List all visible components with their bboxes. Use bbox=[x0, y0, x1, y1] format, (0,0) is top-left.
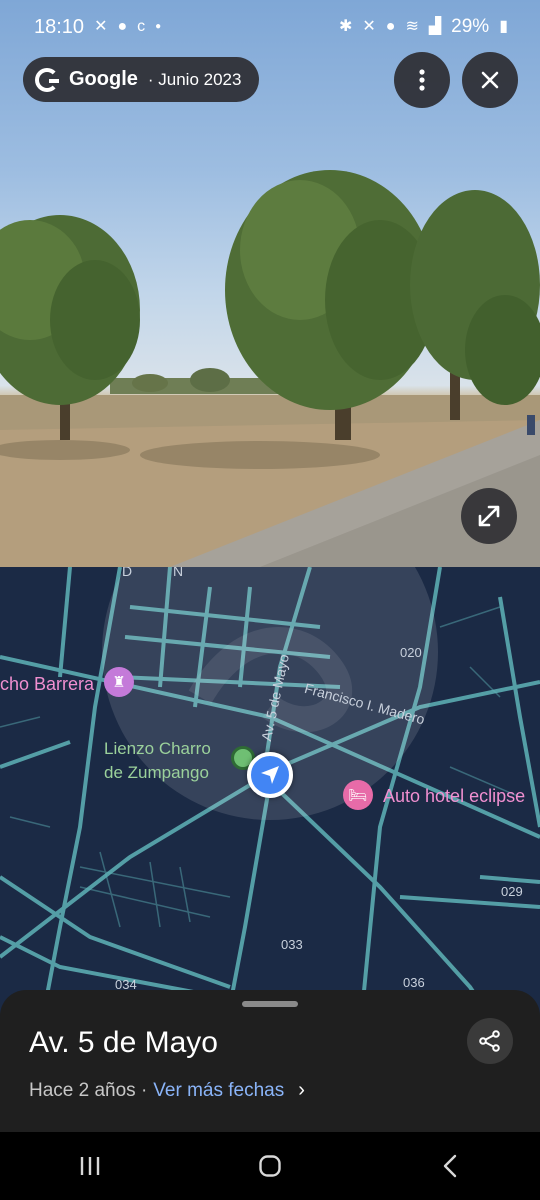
more-vert-icon bbox=[419, 69, 425, 91]
battery-level: 29% bbox=[451, 16, 490, 37]
home-button[interactable] bbox=[240, 1146, 300, 1186]
status-time: 18:10 bbox=[34, 15, 85, 38]
dot-icon: ● bbox=[155, 21, 162, 32]
fullscreen-icon bbox=[478, 505, 500, 527]
poi-landmark-icon[interactable]: ♜ bbox=[104, 667, 134, 697]
recents-button[interactable] bbox=[60, 1146, 120, 1186]
chevron-right-icon[interactable]: › bbox=[298, 1079, 305, 1102]
missed-call-icon: ✕ bbox=[94, 18, 108, 35]
place-label-lienzo-1[interactable]: Lienzo Charro bbox=[104, 738, 211, 760]
battery-icon: ▮ bbox=[499, 18, 508, 35]
pill-brand: Google bbox=[69, 68, 138, 90]
app-c-icon: c bbox=[137, 18, 146, 35]
recents-icon bbox=[80, 1157, 100, 1175]
block-number: 029 bbox=[501, 884, 523, 899]
map-view[interactable]: D N cho Barrera ♜ Lienzo Charro de Zumpa… bbox=[0, 567, 540, 1032]
location-icon: ● bbox=[385, 18, 396, 35]
place-title: Av. 5 de Mayo bbox=[29, 1026, 218, 1059]
block-number: 036 bbox=[403, 975, 425, 990]
home-icon bbox=[259, 1155, 281, 1177]
message-icon: ● bbox=[117, 18, 128, 35]
imagery-age: Hace 2 años · bbox=[29, 1079, 148, 1101]
street-label-top-n: N bbox=[173, 567, 184, 579]
status-bar: 18:10 ✕ ● c ● ✱ ✕ ● ≋ ▟ 29% ▮ bbox=[0, 0, 540, 54]
place-label-lienzo-2[interactable]: de Zumpango bbox=[104, 762, 209, 784]
bottom-sheet[interactable]: Av. 5 de Mayo Hace 2 años · Ver más fech… bbox=[0, 990, 540, 1132]
imagery-age-line: Hace 2 años · Ver más fechas › bbox=[29, 1079, 305, 1102]
expand-button[interactable] bbox=[461, 488, 517, 544]
share-icon bbox=[479, 1030, 500, 1052]
back-icon bbox=[443, 1154, 457, 1178]
current-position-marker[interactable] bbox=[247, 752, 293, 798]
more-options-button[interactable] bbox=[394, 52, 450, 108]
mute-icon: ✕ bbox=[362, 18, 376, 35]
wifi-icon: ≋ bbox=[405, 18, 419, 35]
share-button[interactable] bbox=[467, 1018, 513, 1064]
block-number: 033 bbox=[281, 937, 303, 952]
drag-handle[interactable] bbox=[242, 1001, 298, 1007]
close-icon bbox=[481, 71, 499, 89]
bluetooth-icon: ✱ bbox=[338, 18, 353, 35]
more-dates-link[interactable]: Ver más fechas bbox=[153, 1080, 284, 1102]
status-left: 18:10 ✕ ● c ● bbox=[34, 16, 161, 39]
imagery-date: · Junio 2023 bbox=[147, 69, 242, 89]
place-label-barrera[interactable]: cho Barrera bbox=[0, 674, 94, 695]
hotel-icon[interactable]: 🛏 bbox=[343, 780, 373, 810]
street-label-top-d: D bbox=[122, 567, 133, 579]
system-nav-bar bbox=[0, 1132, 540, 1200]
place-label-hotel[interactable]: Auto hotel eclipse bbox=[383, 786, 525, 807]
navigation-arrow-icon bbox=[261, 766, 279, 784]
signal-icon: ▟ bbox=[428, 18, 442, 35]
status-right: ✱ ✕ ● ≋ ▟ 29% ▮ bbox=[339, 16, 508, 38]
block-number: 020 bbox=[400, 645, 422, 660]
close-button[interactable] bbox=[462, 52, 518, 108]
google-logo-icon bbox=[35, 67, 59, 92]
back-button[interactable] bbox=[420, 1146, 480, 1186]
imagery-info-pill[interactable]: Google · Junio 2023 bbox=[23, 57, 260, 102]
